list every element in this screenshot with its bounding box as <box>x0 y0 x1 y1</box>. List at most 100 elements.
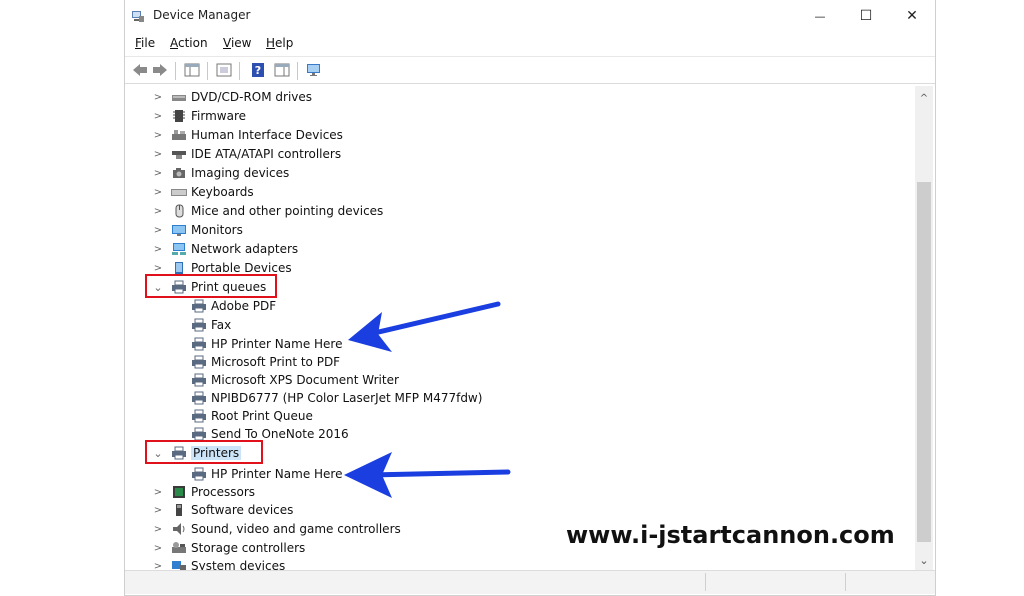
monitor-icon <box>172 225 186 236</box>
menu-view[interactable]: View <box>223 36 251 50</box>
maximize-button[interactable]: ☐ <box>843 0 889 32</box>
menu-action[interactable]: Action <box>170 36 208 50</box>
window-title: Device Manager <box>153 8 251 22</box>
system-device-icon <box>172 561 186 570</box>
toolbar-separator <box>239 62 240 80</box>
expand-chevron-icon[interactable]: > <box>153 164 163 182</box>
monitor-scan-icon <box>307 64 320 76</box>
menu-action-accesskey: A <box>170 36 178 50</box>
properties-button[interactable] <box>215 62 233 78</box>
status-pane <box>705 573 846 591</box>
tree-item-label: Microsoft XPS Document Writer <box>211 373 399 387</box>
maximize-icon: ☐ <box>859 8 873 24</box>
tree-item-system-devices[interactable]: > System devices <box>125 557 725 570</box>
scrollbar-thumb[interactable] <box>917 182 931 542</box>
expand-chevron-icon[interactable]: > <box>153 88 163 106</box>
tree-item-label: Microsoft Print to PDF <box>211 355 341 369</box>
expand-chevron-icon[interactable]: > <box>153 183 163 201</box>
expand-chevron-icon[interactable]: > <box>153 202 163 220</box>
scroll-up-icon[interactable]: ^ <box>915 90 933 106</box>
expand-chevron-icon[interactable]: > <box>153 557 163 571</box>
tree-item-label: HP Printer Name Here <box>211 337 343 351</box>
tree-item-print-queue[interactable]: Root Print Queue <box>125 407 725 425</box>
action-pane-button[interactable] <box>273 62 291 78</box>
forward-arrow-icon <box>153 64 167 76</box>
tree-item-label: Processors <box>191 485 256 499</box>
expand-chevron-icon[interactable]: > <box>153 107 163 125</box>
scan-hardware-button[interactable] <box>305 62 323 78</box>
help-icon: ? <box>252 63 264 77</box>
device-manager-window: Device Manager — ☐ ✕ File Action View He… <box>124 0 936 596</box>
keyboard-icon <box>171 189 187 196</box>
menu-file[interactable]: File <box>135 36 155 50</box>
back-button[interactable] <box>131 62 149 78</box>
tree-item-keyboards[interactable]: > Keyboards <box>125 183 725 201</box>
menu-help-label: elp <box>275 36 294 50</box>
expand-chevron-icon[interactable]: > <box>153 126 163 144</box>
status-pane <box>845 573 936 591</box>
tree-item-label: Imaging devices <box>191 166 290 180</box>
tree-item-label: Adobe PDF <box>211 299 277 313</box>
device-tree: > DVD/CD-ROM drives > Firmware > Human I… <box>125 86 915 570</box>
expand-chevron-icon[interactable]: > <box>153 501 163 519</box>
printer-icon <box>192 373 206 387</box>
tree-item-print-queue[interactable]: NPIBD6777 (HP Color LaserJet MFP M477fdw… <box>125 389 725 407</box>
tree-item-print-queue[interactable]: Microsoft XPS Document Writer <box>125 371 725 389</box>
expand-chevron-icon[interactable]: > <box>153 539 163 557</box>
tree-item-network-adapters[interactable]: > Network adapters <box>125 240 725 258</box>
tree-item-monitors[interactable]: > Monitors <box>125 221 725 239</box>
menu-view-accesskey: V <box>223 36 231 50</box>
tree-item-ide-controllers[interactable]: > IDE ATA/ATAPI controllers <box>125 145 725 163</box>
printer-icon <box>192 467 206 481</box>
camera-icon <box>173 168 185 178</box>
tree-item-label: Network adapters <box>191 242 299 256</box>
tree-item-firmware[interactable]: > Firmware <box>125 107 725 125</box>
scroll-down-icon[interactable]: ⌄ <box>915 552 933 568</box>
status-bar <box>125 570 935 594</box>
menu-help[interactable]: Help <box>266 36 293 50</box>
tree-item-mice[interactable]: > Mice and other pointing devices <box>125 202 725 220</box>
tree-item-label: Mice and other pointing devices <box>191 204 384 218</box>
device-manager-app-icon <box>131 9 145 23</box>
toolbar-separator <box>297 62 298 80</box>
mouse-icon <box>175 204 184 218</box>
toolbar-separator <box>175 62 176 80</box>
expand-chevron-icon[interactable]: > <box>153 221 163 239</box>
expand-chevron-icon[interactable]: > <box>153 240 163 258</box>
close-icon: ✕ <box>906 8 918 24</box>
printer-icon <box>192 355 206 369</box>
tree-item-software-devices[interactable]: > Software devices <box>125 501 725 519</box>
menu-bar: File Action View Help <box>125 33 935 55</box>
close-button[interactable]: ✕ <box>889 0 935 32</box>
tree-item-imaging-devices[interactable]: > Imaging devices <box>125 164 725 182</box>
sound-icon <box>173 523 185 535</box>
firmware-icon <box>173 110 185 122</box>
expand-chevron-icon[interactable]: > <box>153 520 163 538</box>
forward-button[interactable] <box>151 62 169 78</box>
vertical-scrollbar[interactable]: ^ ⌄ <box>915 86 933 570</box>
printer-icon <box>192 427 206 441</box>
action-pane-icon <box>274 63 290 77</box>
tree-item-label: System devices <box>191 559 286 570</box>
tree-item-label: Human Interface Devices <box>191 128 343 142</box>
software-device-icon <box>176 504 182 516</box>
processor-icon <box>173 486 185 498</box>
toolbar: ? <box>125 56 935 84</box>
show-hide-console-tree-button[interactable] <box>183 62 201 78</box>
tree-item-dvd-drives[interactable]: > DVD/CD-ROM drives <box>125 88 725 106</box>
menu-action-label: ction <box>178 36 208 50</box>
tree-item-label: Keyboards <box>191 185 254 199</box>
toolbar-separator <box>207 62 208 80</box>
svg-text:?: ? <box>255 64 261 77</box>
help-button[interactable]: ? <box>249 62 267 78</box>
tree-item-human-interface-devices[interactable]: > Human Interface Devices <box>125 126 725 144</box>
tree-item-label: Fax <box>211 318 232 332</box>
highlight-box-print-queues <box>145 274 277 298</box>
minimize-button[interactable]: — <box>797 0 843 32</box>
tree-item-label: Firmware <box>191 109 246 123</box>
title-bar: Device Manager — ☐ ✕ <box>125 0 935 32</box>
expand-chevron-icon[interactable]: > <box>153 483 163 501</box>
dvd-drive-icon <box>172 95 186 101</box>
hid-icon <box>172 130 186 140</box>
expand-chevron-icon[interactable]: > <box>153 145 163 163</box>
